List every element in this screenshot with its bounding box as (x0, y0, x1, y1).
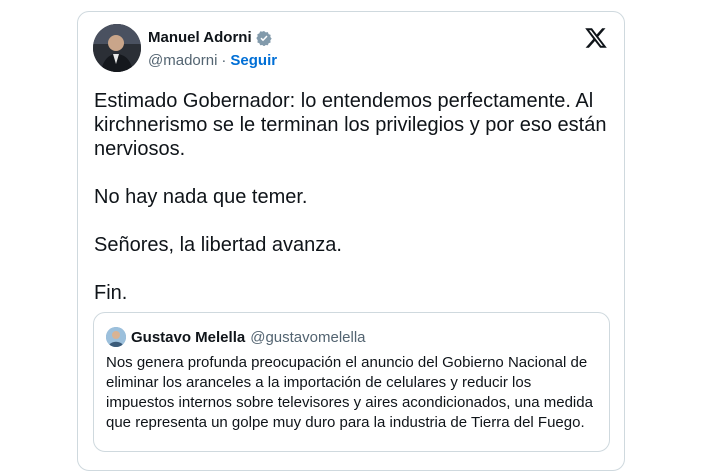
author-handle[interactable]: @madorni (148, 52, 217, 69)
quoted-tweet-text: Nos genera profunda preocupación el anun… (106, 354, 593, 431)
author-name[interactable]: Manuel Adorni (148, 29, 252, 46)
separator-dot: · (221, 52, 227, 69)
verified-badge-icon (255, 30, 272, 46)
quoted-tweet[interactable]: Gustavo Melella @gustavomelella Nos gene… (93, 312, 610, 452)
quoted-author-handle: @gustavomelella (250, 328, 366, 346)
quoted-author-avatar (106, 327, 126, 347)
x-logo-icon[interactable] (584, 26, 608, 50)
author-avatar[interactable] (93, 24, 141, 72)
quoted-author-name: Gustavo Melella (131, 328, 246, 346)
tweet-text: Estimado Gobernador: lo entendemos perfe… (94, 90, 607, 304)
tweet-card[interactable]: Manuel Adorni @madorni · Seguir Estimado… (77, 11, 625, 471)
follow-button[interactable]: Seguir (230, 52, 277, 69)
